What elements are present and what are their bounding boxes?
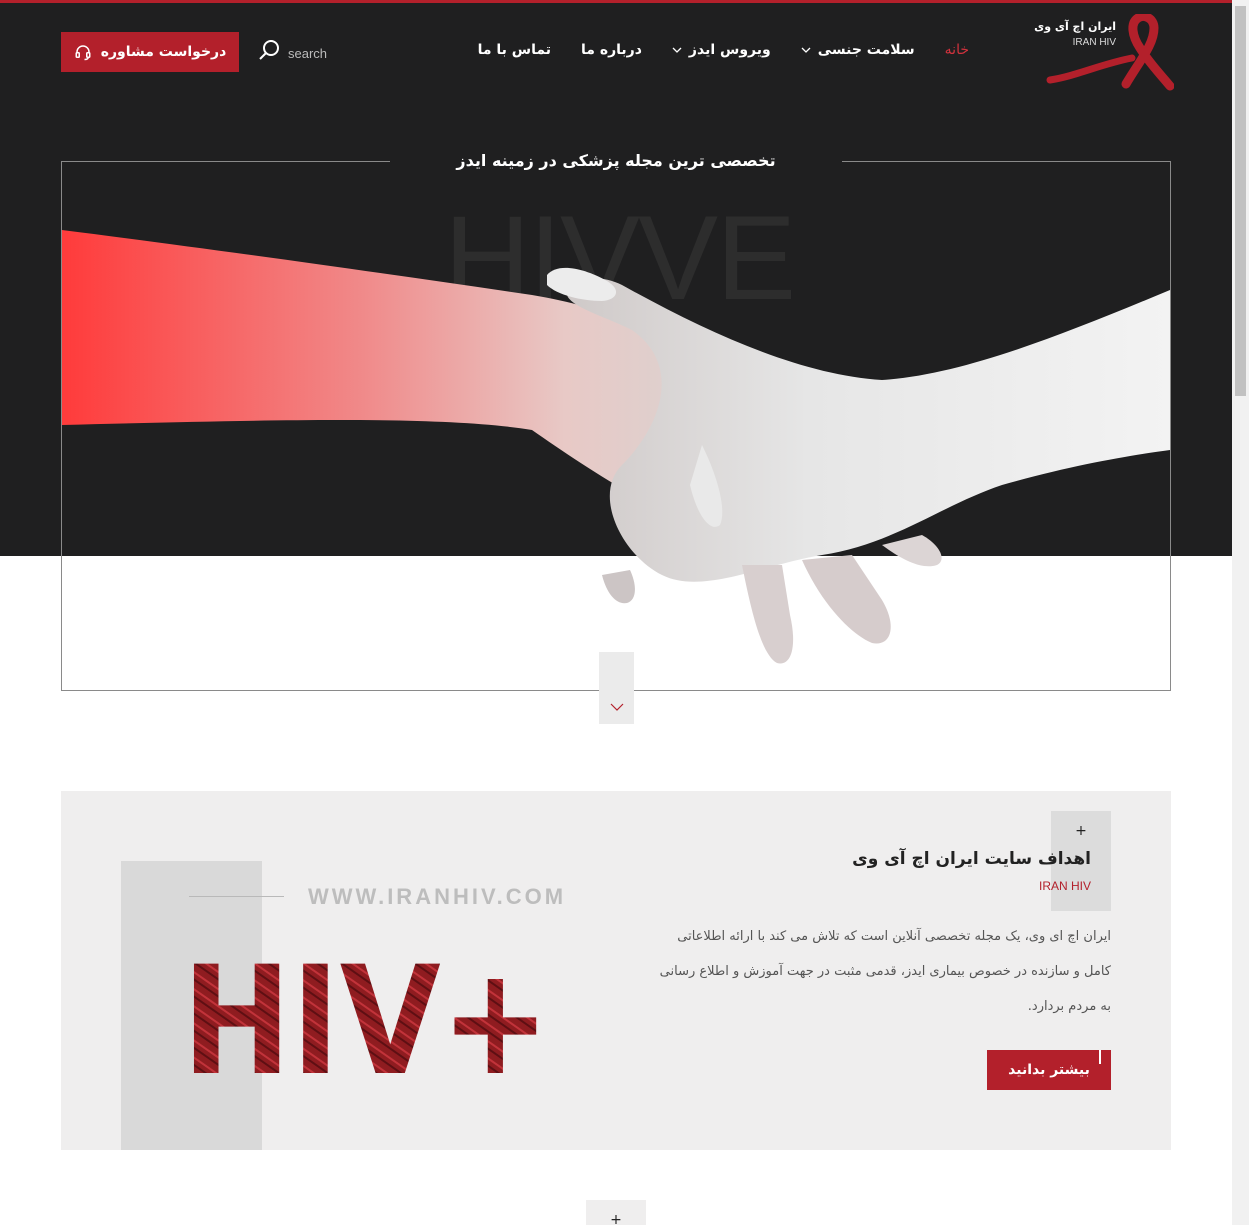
about-line: به مردم بردارد. — [1027, 999, 1111, 1014]
about-line: کامل و سازنده در خصوص بیماری ایدز، قدمی … — [659, 964, 1111, 979]
main-nav: خانه سلامت جنسی ویروس ایدز درباره ما تما… — [478, 42, 969, 58]
nav-label: خانه — [944, 42, 969, 58]
search-trigger[interactable]: search — [258, 38, 327, 62]
nav-item-aids-virus[interactable]: ویروس ایدز — [672, 42, 771, 58]
button-accent — [1099, 1050, 1101, 1064]
search-icon — [259, 40, 279, 60]
about-line: ایران اچ ای وی، یک مجله تخصصی آنلاین است… — [677, 929, 1111, 944]
nav-item-about-us[interactable]: درباره ما — [581, 42, 642, 58]
next-section-plus-marker: + — [586, 1200, 646, 1225]
about-title: اهداف سایت ایران اچ آی وی — [852, 849, 1091, 869]
learn-more-label: بیشتر بدانید — [1008, 1062, 1090, 1078]
nav-label: سلامت جنسی — [817, 42, 915, 58]
page-scrollbar[interactable] — [1232, 0, 1249, 1225]
learn-more-button[interactable]: بیشتر بدانید — [987, 1050, 1111, 1090]
search-label: search — [288, 46, 328, 61]
logo-text-en: IRAN HIV — [1072, 37, 1116, 48]
nav-label: درباره ما — [581, 42, 642, 58]
nav-label: ویروس ایدز — [688, 42, 771, 58]
chevron-down-icon — [610, 703, 623, 711]
hiv-plus-text: HIV+ — [182, 943, 550, 1083]
nav-item-home[interactable]: خانه — [945, 42, 969, 58]
nav-item-contact-us[interactable]: تماس با ما — [478, 42, 551, 58]
consult-request-button[interactable]: درخواست مشاوره — [61, 32, 239, 72]
url-divider — [189, 896, 284, 897]
about-subtitle: IRAN HIV — [1038, 879, 1091, 893]
about-description: ایران اچ ای وی، یک مجله تخصصی آنلاین است… — [591, 919, 1111, 1024]
hero-tagline-wrap: تخصصی ترین مجله پزشکی در زمینه ایدز — [390, 144, 842, 176]
headset-icon — [75, 45, 91, 61]
chevron-down-icon — [801, 47, 811, 53]
hiv-plus-artwork: HIV+ — [182, 943, 550, 1083]
handshake-image — [62, 230, 1170, 664]
logo-text-fa: ایران اچ آی وی — [1034, 20, 1116, 33]
chevron-down-icon — [672, 47, 682, 53]
scroll-down-button[interactable] — [599, 652, 634, 724]
site-url: WWW.IRANHIV.COM — [308, 884, 567, 909]
nav-label: تماس با ما — [477, 42, 552, 58]
scrollbar-thumb[interactable] — [1235, 6, 1246, 396]
consult-label: درخواست مشاوره — [100, 44, 227, 60]
hero-tagline: تخصصی ترین مجله پزشکی در زمینه ایدز — [456, 150, 776, 170]
nav-item-sexual-health[interactable]: سلامت جنسی — [801, 42, 915, 58]
